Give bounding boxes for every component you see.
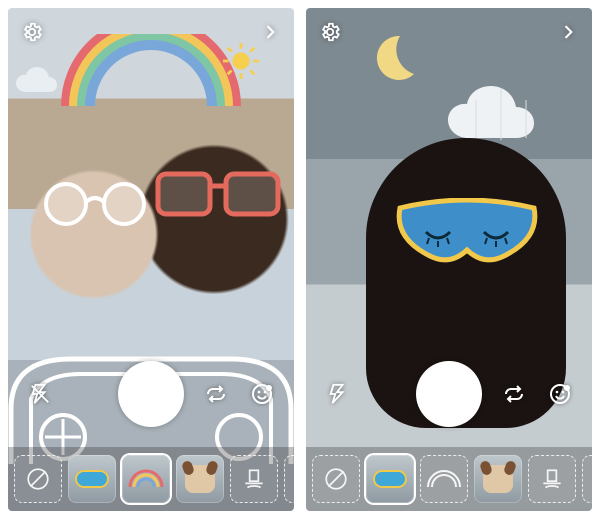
- puppy-icon: [483, 465, 513, 493]
- filter-none[interactable]: [14, 455, 62, 503]
- filter-top-hat[interactable]: [230, 455, 278, 503]
- cloud-overlay: [446, 80, 556, 150]
- filter-rainbow[interactable]: [420, 455, 468, 503]
- settings-button[interactable]: [18, 18, 46, 46]
- rainbow-icon: [128, 469, 164, 489]
- top-bar: [8, 16, 294, 48]
- top-hat-icon: [539, 466, 565, 492]
- chevron-right-icon: [558, 22, 578, 42]
- gear-icon: [21, 21, 43, 43]
- filter-sleep-mask[interactable]: [68, 455, 116, 503]
- top-hat-icon: [241, 466, 267, 492]
- capture-controls: [306, 359, 592, 429]
- chevron-right-icon: [260, 22, 280, 42]
- flash-off-icon: [29, 383, 51, 405]
- cloud-overlay: [14, 66, 74, 98]
- top-bar: [306, 16, 592, 48]
- capture-controls: [8, 359, 294, 429]
- flash-icon: [327, 383, 349, 405]
- face-filter-button[interactable]: [546, 380, 574, 408]
- glasses-overlay-red: [154, 166, 282, 220]
- rainbow-icon: [426, 469, 462, 489]
- sleep-mask-overlay: [394, 198, 540, 268]
- switch-camera-button[interactable]: [202, 380, 230, 408]
- filter-puppy[interactable]: [474, 455, 522, 503]
- filter-tray[interactable]: [306, 447, 592, 511]
- filter-none[interactable]: [312, 455, 360, 503]
- gear-icon: [319, 21, 341, 43]
- filter-wheat[interactable]: [582, 455, 592, 503]
- flash-toggle[interactable]: [26, 380, 54, 408]
- shutter-button[interactable]: [118, 361, 184, 427]
- filter-rainbow[interactable]: [122, 455, 170, 503]
- camera-screen-sleepmask: [306, 8, 592, 511]
- filter-sleep-mask[interactable]: [366, 455, 414, 503]
- glasses-overlay-white: [40, 180, 150, 226]
- next-button[interactable]: [554, 18, 582, 46]
- camera-screen-rainbow: [8, 8, 294, 511]
- camera-switch-icon: [502, 382, 526, 406]
- no-filter-icon: [323, 466, 349, 492]
- face-smile-icon: [548, 382, 572, 406]
- flash-toggle[interactable]: [324, 380, 352, 408]
- no-filter-icon: [25, 466, 51, 492]
- switch-camera-button[interactable]: [500, 380, 528, 408]
- sleep-mask-icon: [75, 470, 109, 488]
- face-filter-button[interactable]: [248, 380, 276, 408]
- filter-top-hat[interactable]: [528, 455, 576, 503]
- sleep-mask-icon: [373, 470, 407, 488]
- filter-tray[interactable]: [8, 447, 294, 511]
- next-button[interactable]: [256, 18, 284, 46]
- shutter-button[interactable]: [416, 361, 482, 427]
- filter-wheat[interactable]: [284, 455, 294, 503]
- puppy-icon: [185, 465, 215, 493]
- settings-button[interactable]: [316, 18, 344, 46]
- filter-puppy[interactable]: [176, 455, 224, 503]
- face-smile-icon: [250, 382, 274, 406]
- camera-switch-icon: [204, 382, 228, 406]
